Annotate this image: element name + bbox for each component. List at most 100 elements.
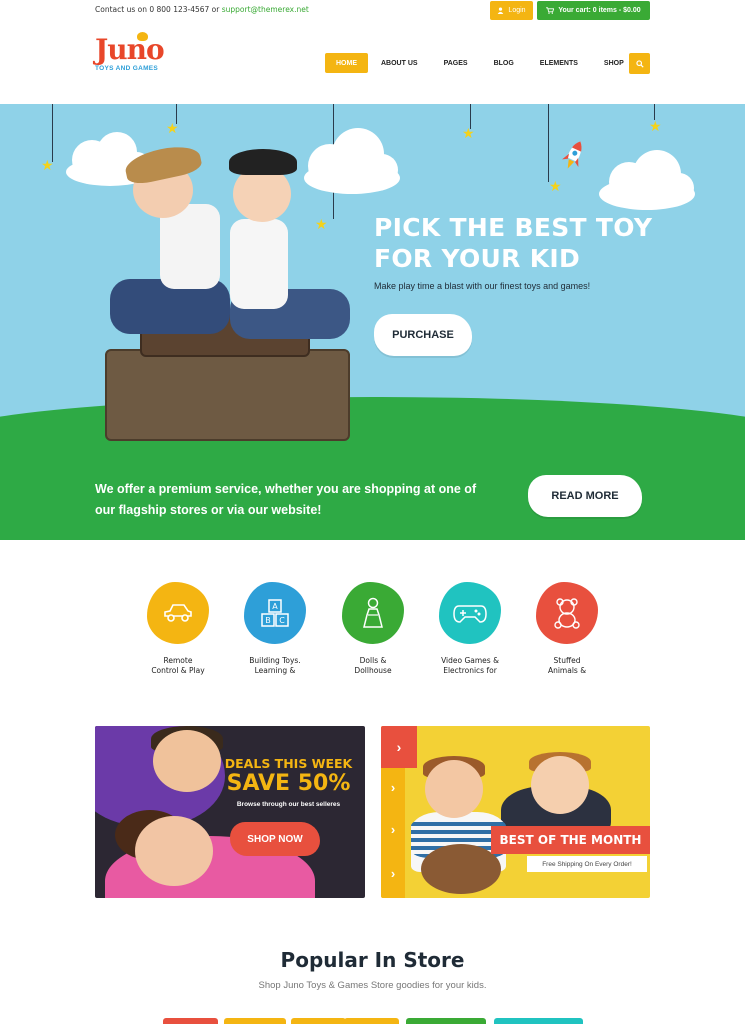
read-more-button[interactable]: READ MORE xyxy=(528,475,642,517)
category-label: Dolls & Dollhouse xyxy=(335,656,411,676)
category-label-line2: Electronics for xyxy=(443,666,497,675)
star-string xyxy=(52,104,53,162)
search-icon xyxy=(635,59,644,68)
banner-photo-boy2-face xyxy=(531,756,589,814)
user-icon xyxy=(498,7,504,14)
category-label-line2: Control & Play xyxy=(151,666,205,675)
best-of-month-banner[interactable]: › › › › BEST OF THE MONTH Free Shipping … xyxy=(381,726,650,898)
category-label-line1: Stuffed xyxy=(553,656,581,665)
logo[interactable]: Juno TOYS AND GAMES xyxy=(95,32,165,72)
banner-photo-girl-face xyxy=(135,816,213,886)
popular-tab[interactable] xyxy=(291,1018,346,1024)
site-header: Juno TOYS AND GAMES HOME ABOUT US PAGES … xyxy=(0,22,745,104)
blocks-icon: A B C xyxy=(261,599,289,627)
chevron-right-icon: › xyxy=(390,780,396,795)
category-icon-bg xyxy=(439,582,501,644)
category-label-line2: Dollhouse xyxy=(354,666,392,675)
category-label-line2: Animals & xyxy=(547,666,587,675)
category-label-line2: Learning & xyxy=(254,666,296,675)
popular-subtitle: Shop Juno Toys & Games Store goodies for… xyxy=(258,980,487,991)
star-string xyxy=(548,104,549,182)
category-label-line1: Building Toys. xyxy=(249,656,301,665)
category-building-toys[interactable]: A B C Building Toys. Learning & xyxy=(237,582,313,676)
car-icon xyxy=(164,604,192,622)
deals-description: Browse through our best selleres xyxy=(236,801,341,808)
category-icon-bg xyxy=(147,582,209,644)
purchase-button[interactable]: PURCHASE xyxy=(374,314,472,356)
category-video-games[interactable]: Video Games & Electronics for xyxy=(432,582,508,676)
banner-photo-teddy-bear xyxy=(421,844,501,894)
service-text: We offer a premium service, whether you … xyxy=(95,479,515,521)
popular-tab[interactable] xyxy=(224,1018,286,1024)
popular-tab[interactable] xyxy=(406,1018,486,1024)
cart-icon xyxy=(546,7,555,14)
category-stuffed-animals[interactable]: Stuffed Animals & xyxy=(529,582,605,676)
search-button[interactable] xyxy=(629,53,650,74)
star-icon: ★ xyxy=(462,125,475,141)
popular-tab[interactable] xyxy=(163,1018,218,1024)
best-of-month-label: BEST OF THE MONTH xyxy=(491,826,650,854)
cart-label: Your cart: 0 items - $0.00 xyxy=(558,7,641,14)
popular-tab[interactable] xyxy=(494,1018,583,1024)
logo-name: Juno xyxy=(95,33,165,66)
chevron-right-icon: › xyxy=(390,822,396,837)
category-icon-bg xyxy=(536,582,598,644)
category-label: Building Toys. Learning & xyxy=(237,656,313,676)
login-button[interactable]: Login xyxy=(490,1,533,20)
nav-home[interactable]: HOME xyxy=(325,53,368,73)
login-label: Login xyxy=(508,7,526,14)
shop-now-button[interactable]: SHOP NOW xyxy=(230,822,320,856)
popular-tabs xyxy=(163,1018,583,1024)
rocket-icon xyxy=(562,141,582,169)
service-text-line1: We offer a premium service, whether you … xyxy=(95,482,477,496)
category-icon-bg: A B C xyxy=(244,582,306,644)
gamepad-icon xyxy=(453,605,487,623)
deals-discount: SAVE 50% xyxy=(226,771,351,796)
contact-info: Contact us on 0 800 123-4567 or support@… xyxy=(95,5,309,14)
nav-pages[interactable]: PAGES xyxy=(431,53,481,73)
contact-text: Contact us on 0 800 123-4567 or xyxy=(95,5,220,14)
logo-tagline: TOYS AND GAMES xyxy=(95,65,159,72)
chevron-right-icon[interactable]: › xyxy=(381,726,417,768)
svg-text:C: C xyxy=(279,616,285,625)
hero-banner: ★ ★ ★ ★ ★ ★ PICK THE BEST TOY FOR YOUR K… xyxy=(0,104,745,540)
star-icon: ★ xyxy=(166,120,179,136)
kid-right-hat xyxy=(229,149,297,175)
popular-tab[interactable] xyxy=(344,1018,399,1024)
main-nav: HOME ABOUT US PAGES BLOG ELEMENTS SHOP xyxy=(325,53,637,73)
category-label-line1: Video Games & xyxy=(441,656,499,665)
support-email-link[interactable]: support@themerex.net xyxy=(222,5,309,14)
cloud-image xyxy=(599,150,695,210)
category-label: Remote Control & Play xyxy=(140,656,216,676)
category-list: Remote Control & Play A B C Building Toy… xyxy=(140,582,610,682)
top-bar: Contact us on 0 800 123-4567 or support@… xyxy=(0,0,745,22)
star-icon: ★ xyxy=(41,157,54,173)
banner-photo-boy1-face xyxy=(425,760,483,818)
nav-about-us[interactable]: ABOUT US xyxy=(368,53,431,73)
category-remote-control[interactable]: Remote Control & Play xyxy=(140,582,216,676)
hero-subtitle: Make play time a blast with our finest t… xyxy=(374,281,591,291)
service-text-line2: our flagship stores or via our website! xyxy=(95,503,322,517)
doll-icon xyxy=(363,597,383,628)
popular-title: Popular In Store xyxy=(280,948,465,972)
free-shipping-label: Free Shipping On Every Order! xyxy=(527,856,647,872)
chevron-right-icon: › xyxy=(390,866,396,881)
deals-banner[interactable]: DEALS THIS WEEK SAVE 50% Browse through … xyxy=(95,726,365,898)
star-icon: ★ xyxy=(649,118,662,134)
hero-title: PICK THE BEST TOY FOR YOUR KID xyxy=(374,212,652,274)
category-label: Video Games & Electronics for xyxy=(432,656,508,676)
category-label: Stuffed Animals & xyxy=(529,656,605,676)
logo-bird-icon xyxy=(137,32,148,41)
category-icon-bg xyxy=(342,582,404,644)
star-icon: ★ xyxy=(549,178,562,194)
category-label-line1: Remote xyxy=(163,656,193,665)
hero-title-line2: FOR YOUR KID xyxy=(374,244,581,273)
suitcase-bottom xyxy=(105,349,350,441)
cart-button[interactable]: Your cart: 0 items - $0.00 xyxy=(537,1,650,20)
hero-kids-image xyxy=(95,141,385,444)
svg-text:B: B xyxy=(265,616,271,625)
nav-blog[interactable]: BLOG xyxy=(481,53,527,73)
category-dolls[interactable]: Dolls & Dollhouse xyxy=(335,582,411,676)
teddy-bear-icon xyxy=(554,598,580,629)
nav-elements[interactable]: ELEMENTS xyxy=(527,53,591,73)
